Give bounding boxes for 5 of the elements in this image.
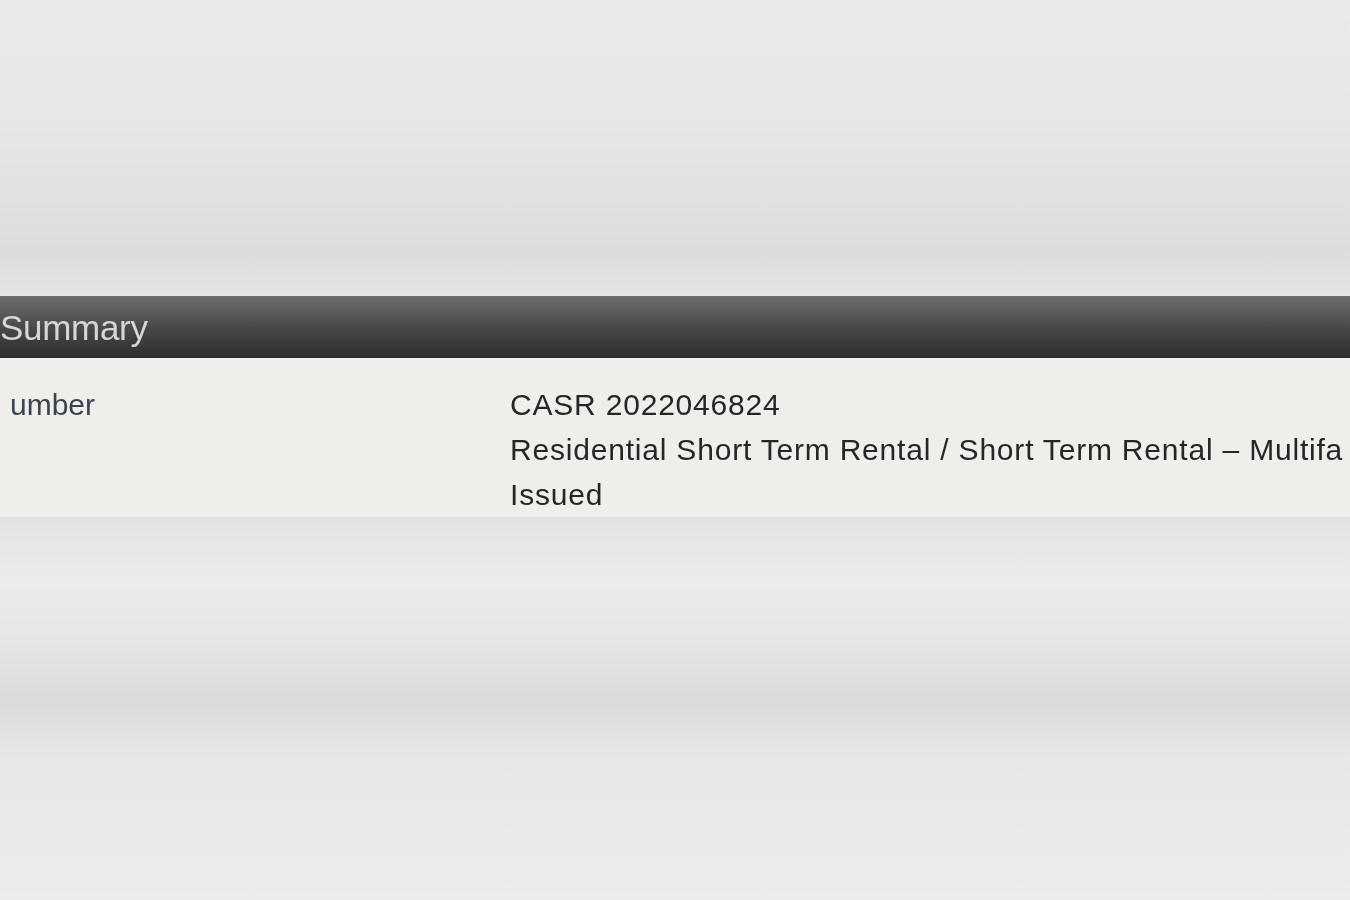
field-value: Residential Short Term Rental / Short Term Rental – Multifa bbox=[510, 432, 1344, 468]
field-value: Issued bbox=[510, 477, 604, 513]
section-title: Summary bbox=[0, 309, 148, 345]
field-value: CASR 2022046824 bbox=[510, 387, 781, 423]
field-label: umber bbox=[10, 387, 96, 423]
